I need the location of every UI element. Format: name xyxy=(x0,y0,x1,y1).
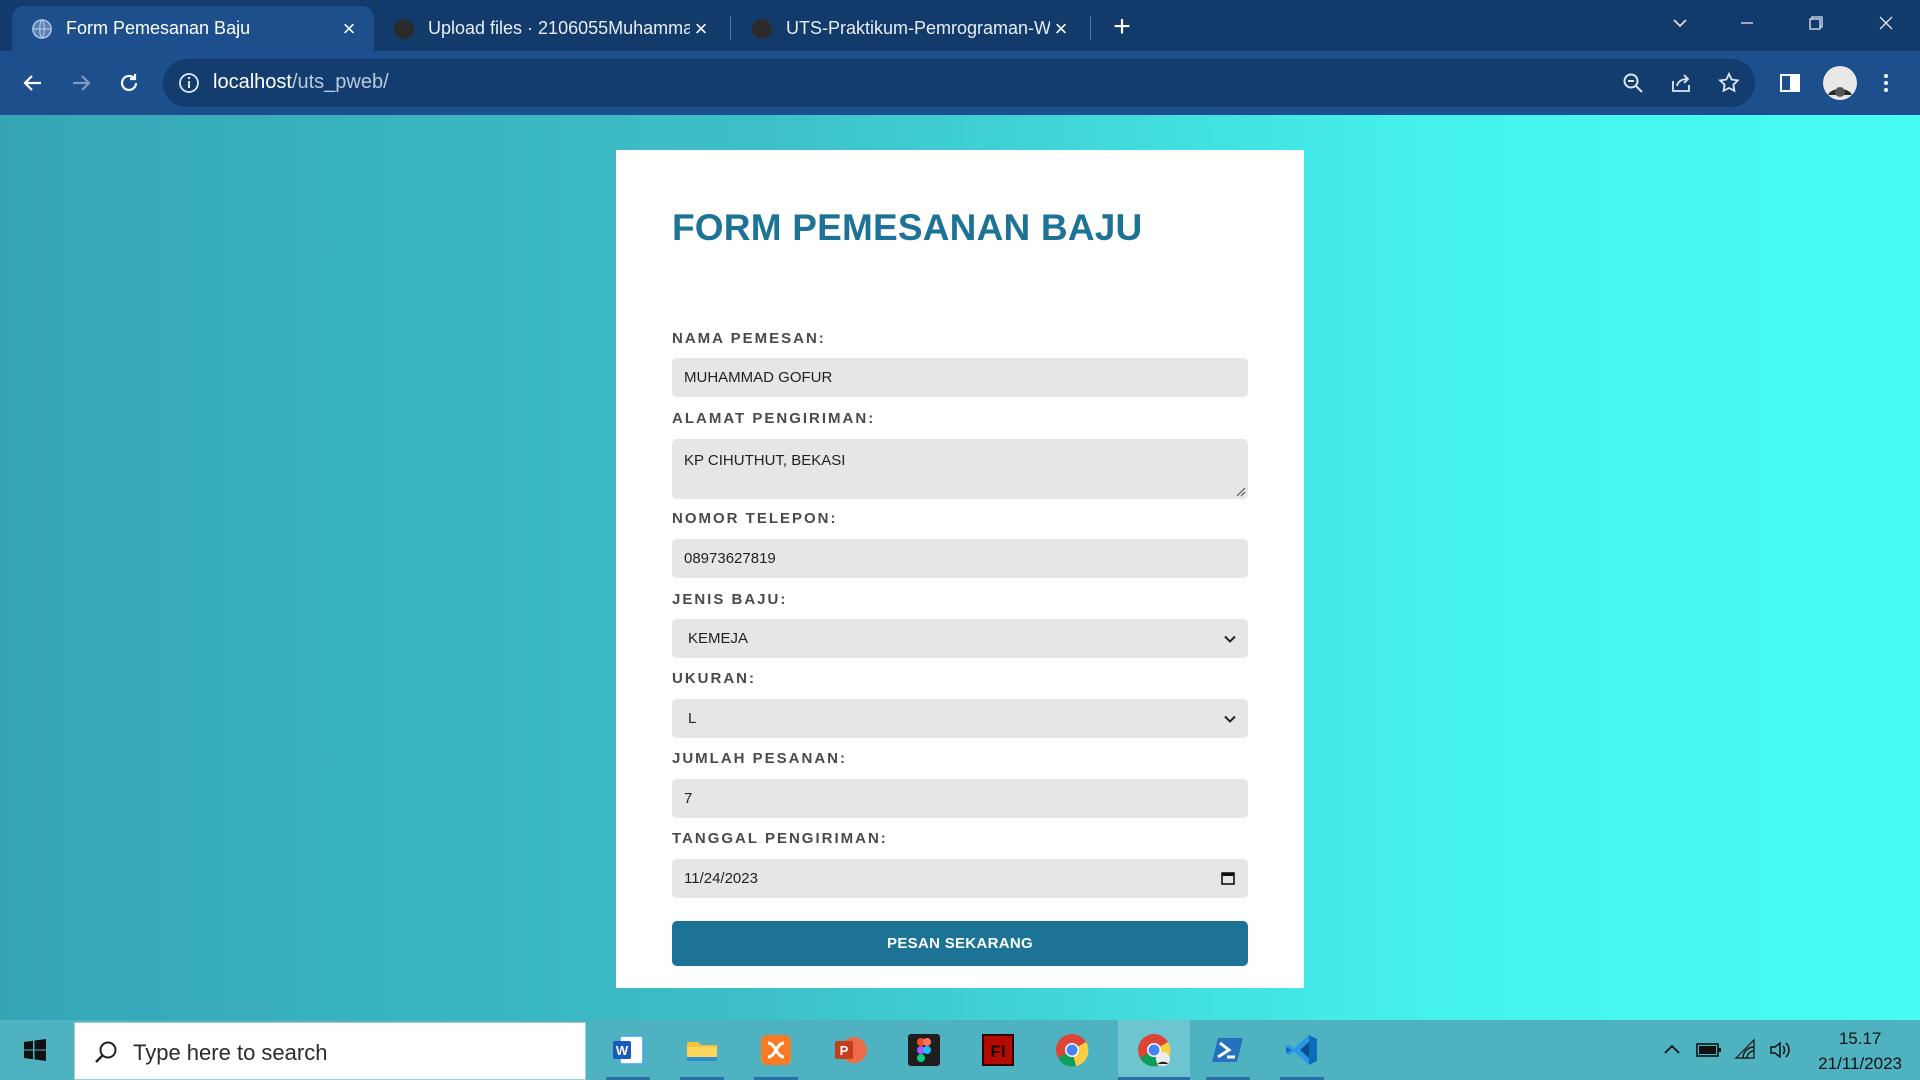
reload-icon[interactable] xyxy=(113,67,145,99)
tab-uts-praktikum[interactable]: UTS-Praktikum-Pemrograman-Web × xyxy=(732,6,1086,51)
window-close-icon[interactable] xyxy=(1866,8,1906,38)
chevron-down-icon xyxy=(1224,715,1236,723)
clock-date: 21/11/2023 xyxy=(1818,1054,1902,1073)
alamat-value: KP CIHUTHUT, BEKASI xyxy=(684,452,846,469)
flash-icon[interactable]: Fl xyxy=(962,1020,1034,1080)
xampp-icon[interactable] xyxy=(740,1020,812,1080)
nama-value: MUHAMMAD GOFUR xyxy=(684,369,833,386)
close-icon[interactable]: × xyxy=(690,16,712,41)
jumlah-label: JUMLAH PESANAN: xyxy=(672,750,848,767)
telepon-label: NOMOR TELEPON: xyxy=(672,510,838,527)
nama-label: NAMA PEMESAN: xyxy=(672,330,826,347)
taskbar-clock[interactable]: 15.17 21/11/2023 xyxy=(1818,1026,1902,1076)
jenis-select[interactable]: KEMEJA xyxy=(672,619,1248,658)
jenis-value: KEMEJA xyxy=(688,630,749,647)
chevron-down-icon xyxy=(1224,635,1236,643)
volume-icon[interactable] xyxy=(1768,1038,1792,1062)
resize-handle-icon[interactable] xyxy=(1234,485,1246,497)
forward-arrow-icon[interactable] xyxy=(65,67,97,99)
wifi-icon[interactable] xyxy=(1734,1038,1758,1062)
tanggal-date-input[interactable]: 11/24/2023 xyxy=(672,859,1248,898)
chevron-up-icon[interactable] xyxy=(1660,1038,1684,1062)
windows-start-icon[interactable] xyxy=(0,1020,70,1080)
tab-title: Upload files · 2106055Muhammad xyxy=(428,18,690,38)
battery-icon[interactable] xyxy=(1696,1038,1721,1062)
github-icon xyxy=(394,18,414,39)
share-icon[interactable] xyxy=(1669,71,1693,95)
svg-text:P: P xyxy=(840,1043,849,1058)
url-path: /uts_pweb/ xyxy=(291,71,389,93)
telepon-value: 08973627819 xyxy=(684,550,776,567)
word-icon[interactable]: W xyxy=(592,1020,664,1080)
form-title: FORM PEMESANAN BAJU xyxy=(672,207,1143,248)
tab-title: Form Pemesanan Baju xyxy=(66,18,251,38)
search-placeholder: Type here to search xyxy=(133,1040,328,1065)
pesan-sekarang-button[interactable]: PESAN SEKARANG xyxy=(672,921,1248,966)
alamat-textarea[interactable]: KP CIHUTHUT, BEKASI xyxy=(672,439,1248,499)
jumlah-input[interactable]: 7 xyxy=(672,779,1248,818)
minimize-icon[interactable] xyxy=(1727,8,1767,38)
figma-icon[interactable] xyxy=(888,1020,960,1080)
restore-icon[interactable] xyxy=(1796,8,1836,38)
browser-tab-strip: Form Pemesanan Baju × Upload files · 210… xyxy=(0,0,1920,51)
tanggal-label: TANGGAL PENGIRIMAN: xyxy=(672,830,888,847)
chrome-profile-icon[interactable] xyxy=(1118,1020,1190,1080)
tab-title: UTS-Praktikum-Pemrograman-Web xyxy=(786,18,1050,38)
back-arrow-icon[interactable] xyxy=(17,67,49,99)
file-explorer-icon[interactable] xyxy=(666,1020,738,1080)
svg-text:W: W xyxy=(616,1043,629,1058)
site-info-icon[interactable] xyxy=(177,71,201,95)
tab-search-chevron-icon[interactable] xyxy=(1660,8,1700,38)
bookmark-star-icon[interactable] xyxy=(1717,71,1741,95)
ukuran-value: L xyxy=(688,710,697,727)
vscode-icon[interactable] xyxy=(1266,1020,1338,1080)
clock-time: 15.17 xyxy=(1838,1029,1882,1048)
search-icon xyxy=(95,1041,117,1063)
ukuran-select[interactable]: L xyxy=(672,699,1248,738)
menu-kebab-icon[interactable] xyxy=(1870,67,1902,99)
zoom-icon[interactable] xyxy=(1621,71,1645,95)
github-icon xyxy=(752,18,772,39)
close-icon[interactable]: × xyxy=(1050,16,1072,41)
tanggal-value: 11/24/2023 xyxy=(684,870,758,887)
telepon-input[interactable]: 08973627819 xyxy=(672,539,1248,578)
ukuran-label: UKURAN: xyxy=(672,670,756,687)
url-text[interactable]: localhost/uts_pweb/ xyxy=(213,71,389,94)
order-form-card: FORM PEMESANAN BAJU NAMA PEMESAN: MUHAMM… xyxy=(616,150,1304,988)
chrome-icon[interactable] xyxy=(1036,1020,1108,1080)
calendar-icon[interactable] xyxy=(1220,870,1236,886)
tab-upload-files[interactable]: Upload files · 2106055Muhammad × xyxy=(374,6,726,51)
taskbar-search-box[interactable]: Type here to search xyxy=(74,1022,586,1080)
jenis-label: JENIS BAJU: xyxy=(672,591,788,608)
tab-separator xyxy=(1090,16,1091,40)
powerpoint-icon[interactable]: P xyxy=(814,1020,886,1080)
profile-avatar[interactable] xyxy=(1822,65,1858,101)
svg-text:Fl: Fl xyxy=(990,1042,1005,1061)
tab-form-pemesanan[interactable]: Form Pemesanan Baju × xyxy=(12,6,374,51)
jumlah-value: 7 xyxy=(684,790,693,807)
url-host: localhost xyxy=(213,71,292,93)
page-background: FORM PEMESANAN BAJU NAMA PEMESAN: MUHAMM… xyxy=(0,115,1920,1020)
alamat-label: ALAMAT PENGIRIMAN: xyxy=(672,410,876,427)
browser-toolbar: localhost/uts_pweb/ xyxy=(0,51,1920,115)
address-bar[interactable]: localhost/uts_pweb/ xyxy=(163,59,1755,107)
globe-icon xyxy=(32,18,52,39)
nama-input[interactable]: MUHAMMAD GOFUR xyxy=(672,358,1248,397)
close-icon[interactable]: × xyxy=(338,16,360,41)
side-panel-icon[interactable] xyxy=(1774,67,1806,99)
new-tab-plus-icon[interactable]: + xyxy=(1106,12,1138,44)
powershell-icon[interactable] xyxy=(1192,1020,1264,1080)
tab-separator xyxy=(730,16,731,40)
windows-taskbar: Type here to search W P Fl 15.17 21/11/2… xyxy=(0,1020,1920,1080)
